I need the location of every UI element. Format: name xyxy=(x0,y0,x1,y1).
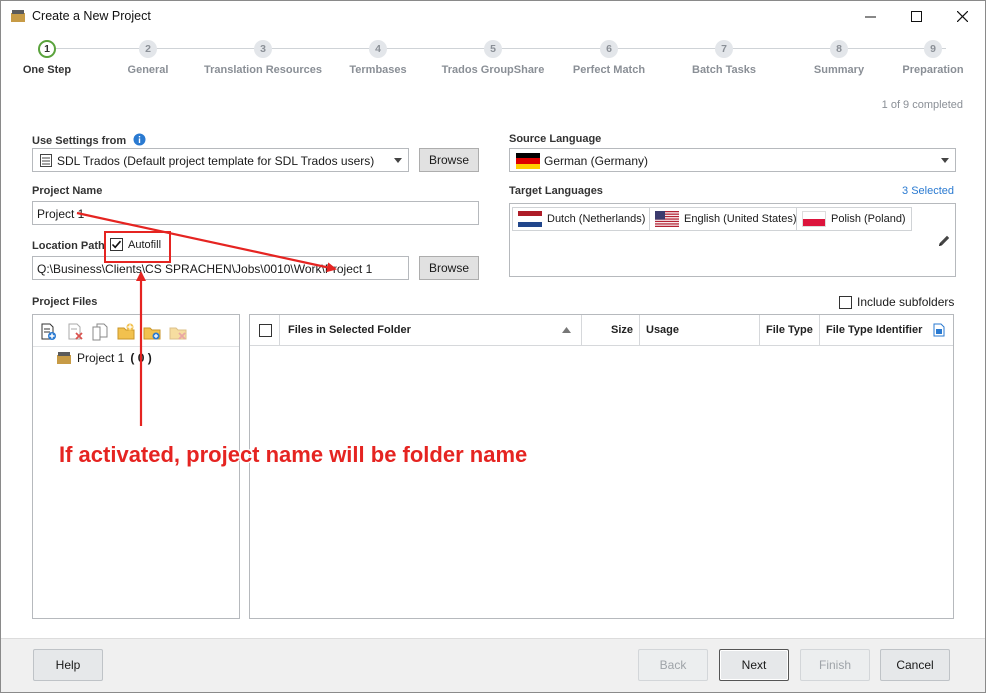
create-project-window: Create a New Project 1 One Step 2 Genera… xyxy=(0,0,986,693)
help-button[interactable]: Help xyxy=(33,649,103,681)
back-button[interactable]: Back xyxy=(638,649,708,681)
annotation-overlay xyxy=(76,211,337,426)
annotation-arrow xyxy=(76,211,337,273)
wizard-footer: Help Back Next Finish Cancel xyxy=(1,638,985,692)
next-button[interactable]: Next xyxy=(719,649,789,681)
finish-button[interactable]: Finish xyxy=(800,649,870,681)
cancel-button[interactable]: Cancel xyxy=(880,649,950,681)
autofill-highlight-box xyxy=(104,231,171,263)
